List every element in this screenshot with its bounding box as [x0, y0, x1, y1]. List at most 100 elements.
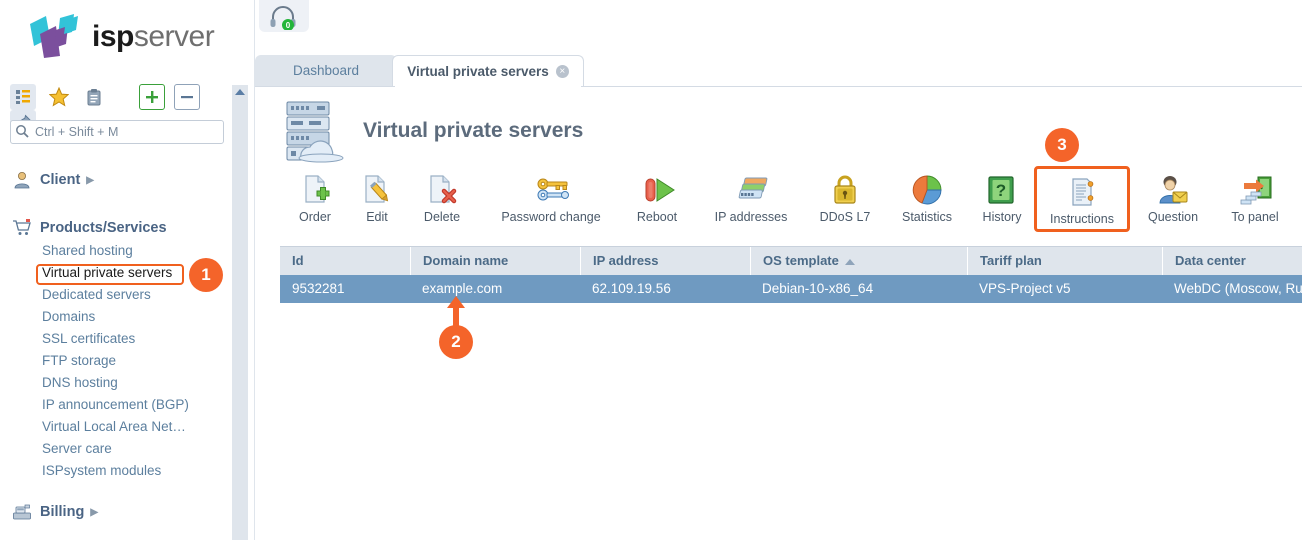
- close-icon[interactable]: ×: [555, 64, 569, 78]
- enter-panel-icon: [1238, 174, 1272, 206]
- tab-dashboard[interactable]: Dashboard: [255, 55, 397, 86]
- book-help-icon: ?: [985, 174, 1019, 206]
- svg-text:?: ?: [996, 181, 1006, 200]
- cart-icon: [12, 218, 32, 238]
- scroll-up-arrow-icon[interactable]: [235, 89, 245, 95]
- annotation-badge-2: 2: [439, 325, 473, 359]
- toolbar-question[interactable]: Question: [1133, 174, 1213, 232]
- nav-group-client: Client ▶: [0, 168, 232, 192]
- sidebar-item-dns-hosting[interactable]: DNS hosting: [0, 372, 232, 394]
- support-button[interactable]: 0: [259, 0, 309, 32]
- toolbar-instructions-label: Instructions: [1050, 212, 1114, 226]
- ispserver-logo-icon: [26, 14, 86, 60]
- toolbar-delete[interactable]: Delete: [407, 174, 477, 232]
- table-header-row: Id Domain name IP address OS template Ta…: [280, 246, 1302, 275]
- sidebar-item-ispsystem-modules[interactable]: ISPsystem modules: [0, 460, 232, 482]
- toolbar-reboot-label: Reboot: [636, 210, 678, 224]
- sidebar-item-products-label: Products/Services: [40, 220, 167, 236]
- tab-virtual-private-servers-label: Virtual private servers: [407, 63, 549, 79]
- server-cloud-icon: [275, 98, 349, 164]
- sidebar-toolbar: [10, 84, 222, 136]
- ip-stack-icon: [734, 174, 768, 206]
- page-edit-icon: [360, 174, 394, 206]
- toolbar-ddos-l7[interactable]: DDoS L7: [807, 174, 883, 232]
- sidebar-item-ssl-certificates[interactable]: SSL certificates: [0, 328, 232, 350]
- page-title: Virtual private servers: [363, 119, 584, 142]
- nav-group-products: Products/Services Shared hosting Virtual…: [0, 216, 232, 482]
- key-icon: [534, 174, 569, 206]
- favorites-star-icon[interactable]: [46, 84, 72, 110]
- search-input[interactable]: [33, 124, 213, 140]
- tab-dashboard-label: Dashboard: [292, 63, 360, 78]
- table-header-tariff-plan[interactable]: Tariff plan: [967, 247, 1162, 275]
- table-header-data-center[interactable]: Data center: [1162, 247, 1302, 275]
- sidebar-item-client-label: Client: [40, 172, 81, 188]
- brand-name: ispserver: [92, 20, 215, 54]
- power-restart-icon: [640, 174, 675, 206]
- sort-ascending-icon: [844, 258, 855, 265]
- table-cell-data-center: WebDC (Moscow, Russ: [1174, 281, 1302, 296]
- search-icon: [15, 124, 29, 141]
- toolbar-statistics-label: Statistics: [901, 210, 952, 224]
- tab-bar-active-mask: [395, 85, 581, 88]
- page-add-icon: [298, 174, 332, 206]
- toolbar-question-label: Question: [1147, 210, 1199, 224]
- table-cell-domain-name[interactable]: example.com: [410, 275, 580, 303]
- collapse-all-icon[interactable]: [174, 84, 201, 110]
- table-header-domain-name[interactable]: Domain name: [410, 247, 580, 275]
- sidebar-item-products-services[interactable]: Products/Services: [0, 216, 232, 240]
- clipboard-icon[interactable]: [81, 84, 107, 110]
- toolbar-to-panel[interactable]: To panel: [1213, 174, 1297, 232]
- page-header: Virtual private servers: [275, 96, 583, 166]
- table-header-id[interactable]: Id: [280, 247, 410, 275]
- page-delete-icon: [425, 174, 459, 206]
- table-cell-id: 9532281: [292, 281, 345, 296]
- expand-all-icon[interactable]: [138, 84, 165, 110]
- toolbar-edit[interactable]: Edit: [348, 174, 406, 232]
- search-box[interactable]: [10, 120, 224, 144]
- table-header-ip-address[interactable]: IP address: [580, 247, 750, 275]
- toolbar-delete-label: Delete: [423, 210, 461, 224]
- sidebar-item-shared-hosting[interactable]: Shared hosting: [0, 240, 232, 262]
- tree-view-icon[interactable]: [10, 84, 36, 110]
- main-content: 0 Dashboard Virtual private servers × Vi…: [255, 0, 1302, 540]
- headset-icon: 0: [268, 6, 298, 33]
- cash-register-icon: [12, 502, 32, 522]
- sidebar-item-ip-announcement[interactable]: IP announcement (BGP): [0, 394, 232, 416]
- annotation-badge-1: 1: [189, 258, 223, 292]
- toolbar-reboot[interactable]: Reboot: [619, 174, 695, 232]
- toolbar-history-label: History: [982, 210, 1022, 224]
- table-cell-ip-address: 62.109.19.56: [592, 281, 671, 296]
- sidebar-divider: [248, 0, 255, 540]
- support-badge-count: 0: [286, 21, 291, 30]
- toolbar-history[interactable]: ? History: [969, 174, 1035, 232]
- toolbar-order[interactable]: Order: [284, 174, 346, 232]
- document-scroll-icon: [1065, 176, 1099, 208]
- toolbar-statistics[interactable]: Statistics: [886, 174, 968, 232]
- toolbar-ip-addresses[interactable]: IP addresses: [695, 174, 807, 232]
- sidebar-item-client[interactable]: Client ▶: [0, 168, 232, 192]
- user-icon: [12, 170, 32, 190]
- sidebar-scrollbar[interactable]: [232, 85, 248, 540]
- toolbar-instructions[interactable]: Instructions: [1034, 166, 1130, 232]
- table-header-os-template[interactable]: OS template: [750, 247, 967, 275]
- table-row[interactable]: 9532281 example.com 62.109.19.56 Debian-…: [280, 275, 1302, 303]
- chevron-right-icon: ▶: [90, 506, 99, 518]
- toolbar-order-label: Order: [299, 210, 331, 224]
- table-cell-tariff-plan: VPS-Project v5: [979, 281, 1071, 296]
- brand-logo[interactable]: ispserver: [26, 14, 215, 60]
- sidebar-item-server-care[interactable]: Server care: [0, 438, 232, 460]
- toolbar-to-panel-label: To panel: [1231, 210, 1279, 224]
- table-header-os-template-label: OS template: [763, 253, 839, 268]
- toolbar-edit-label: Edit: [366, 210, 388, 224]
- sidebar-item-billing[interactable]: Billing ▶: [0, 500, 232, 524]
- toolbar-ddos-l7-label: DDoS L7: [819, 210, 871, 224]
- pie-chart-icon: [910, 174, 944, 206]
- tab-virtual-private-servers[interactable]: Virtual private servers ×: [392, 55, 584, 86]
- action-toolbar: Order Edit Delete Password change Reboot…: [255, 166, 1302, 234]
- sidebar-item-billing-label: Billing: [40, 504, 85, 520]
- sidebar-item-vlan[interactable]: Virtual Local Area Net…: [0, 416, 232, 438]
- toolbar-password-change[interactable]: Password change: [483, 174, 619, 232]
- sidebar-item-ftp-storage[interactable]: FTP storage: [0, 350, 232, 372]
- sidebar-item-domains[interactable]: Domains: [0, 306, 232, 328]
